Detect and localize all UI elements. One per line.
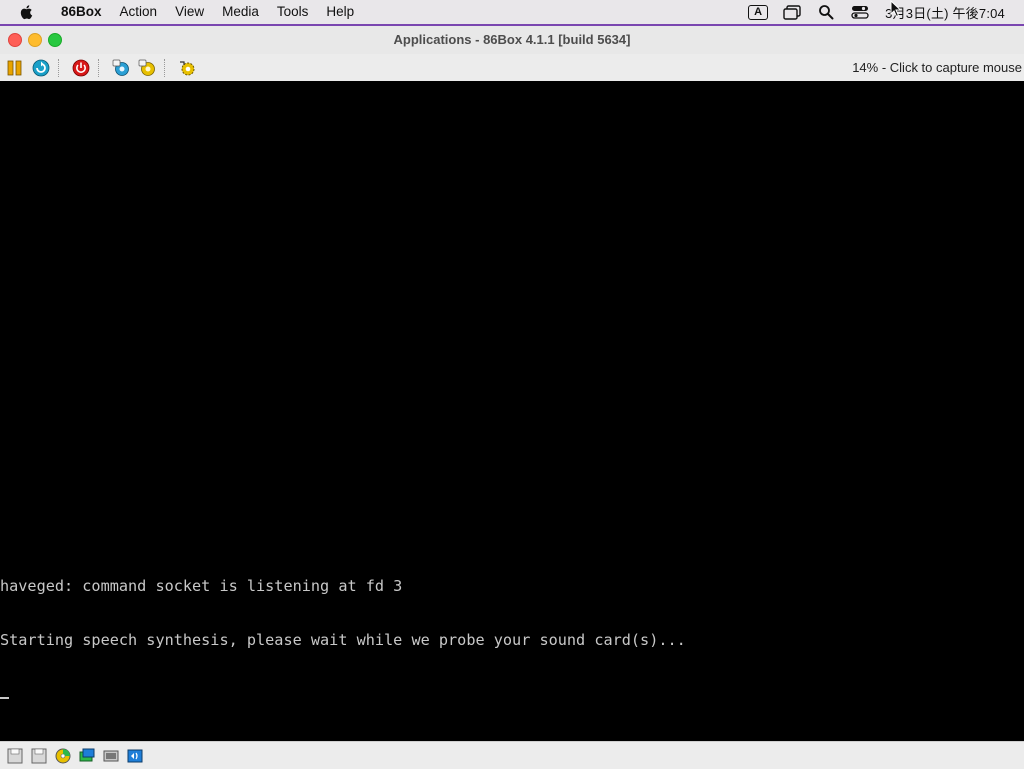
- emulator-toolbar: 14% - Click to capture mouse: [0, 54, 1024, 82]
- toolbar-separator: [164, 58, 166, 77]
- spotlight-search-icon[interactable]: [815, 3, 837, 21]
- menu-bar: 86Box Action View Media Tools Help A 3月3…: [0, 0, 1024, 24]
- ctrl-alt-del-button[interactable]: [110, 57, 132, 79]
- control-center-icon[interactable]: [849, 3, 871, 21]
- ctrl-alt-esc-button[interactable]: [136, 57, 158, 79]
- menu-help[interactable]: Help: [317, 0, 363, 24]
- menu-view[interactable]: View: [166, 0, 213, 24]
- toolbar-separator: [98, 58, 100, 77]
- capture-mouse-status[interactable]: 14% - Click to capture mouse: [852, 60, 1022, 75]
- hard-reset-button[interactable]: [30, 57, 52, 79]
- input-source-icon[interactable]: A: [747, 3, 769, 21]
- mouse-pointer-icon: [890, 0, 902, 18]
- window-switcher-icon[interactable]: [781, 3, 803, 21]
- settings-icon: [180, 60, 195, 75]
- network-icon[interactable]: [102, 747, 120, 765]
- menu-tools[interactable]: Tools: [268, 0, 318, 24]
- window-titlebar[interactable]: Applications - 86Box 4.1.1 [build 5634]: [0, 24, 1024, 54]
- hard-disk-icon[interactable]: [78, 747, 96, 765]
- emulator-statusbar: [0, 741, 1024, 769]
- settings-button[interactable]: [176, 57, 198, 79]
- console-line: Starting speech synthesis, please wait w…: [0, 631, 686, 649]
- console-line: haveged: command socket is listening at …: [0, 577, 403, 595]
- floppy-drive-1-icon[interactable]: [6, 747, 24, 765]
- power-off-button[interactable]: [70, 57, 92, 79]
- emulator-screen[interactable]: haveged: command socket is listening at …: [0, 81, 1024, 741]
- reset-icon: [32, 59, 50, 76]
- power-icon: [72, 59, 90, 76]
- menu-extras: A 3月3日(土) 午後7:04: [741, 0, 1024, 24]
- ctrl-alt-del-icon: [112, 59, 129, 76]
- apple-logo-icon[interactable]: [18, 3, 36, 21]
- pause-icon: [7, 60, 22, 75]
- menu-action[interactable]: Action: [111, 0, 167, 24]
- console-output: haveged: command socket is listening at …: [0, 541, 686, 739]
- floppy-drive-2-icon[interactable]: [30, 747, 48, 765]
- menubar-clock[interactable]: 3月3日(土) 午後7:04: [885, 3, 1005, 22]
- pause-button[interactable]: [4, 57, 26, 79]
- console-cursor-line: [0, 685, 686, 703]
- ctrl-alt-esc-icon: [138, 59, 155, 76]
- menu-86box[interactable]: 86Box: [52, 0, 111, 24]
- cdrom-icon[interactable]: [54, 747, 72, 765]
- toolbar-separator: [58, 58, 60, 77]
- menu-media[interactable]: Media: [213, 0, 268, 24]
- sound-icon[interactable]: [126, 747, 144, 765]
- window-title: Applications - 86Box 4.1.1 [build 5634]: [393, 32, 631, 47]
- text-cursor: [0, 697, 9, 699]
